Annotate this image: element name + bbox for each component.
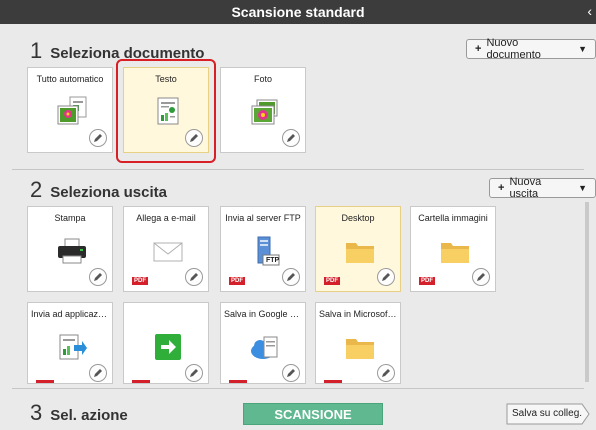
edit-pencil-icon[interactable] [185,268,203,286]
edit-pencil-icon[interactable] [89,268,107,286]
plus-icon: + [475,43,482,55]
new-output-button[interactable]: + Nuova uscita ▼ [489,176,596,200]
caret-down-icon: ▼ [578,44,587,54]
printer-icon [58,238,86,264]
section-select-output: 2 Seleziona uscita [30,177,167,203]
auto-document-icon [57,96,87,125]
folder-icon [441,243,469,263]
output-card-send-to-app[interactable]: Invia ad applicazio... [27,302,113,384]
divider [12,388,584,389]
output-card-email[interactable]: Allega a e-mail PDF [123,206,209,292]
section-select-action: 3 Sel. azione [30,400,128,426]
title-bar: Scansione standard ‹ [0,0,596,24]
photo-document-icon [251,99,278,125]
card-label: Tutto automatico [36,74,104,84]
new-document-button[interactable]: + Nuovo documento ▼ [466,37,596,61]
new-output-label: Nuova uscita [509,176,542,200]
section-number: 2 [30,177,43,202]
selection-highlight [116,59,216,163]
section-label: Seleziona uscita [50,184,167,201]
output-card-open-with[interactable] [123,302,209,384]
edit-pencil-icon[interactable] [377,268,395,286]
section-number: 3 [30,400,43,425]
green-arrow-icon [155,334,181,360]
edit-pencil-icon[interactable] [185,364,203,382]
pdf-badge [36,380,54,383]
card-label: Invia ad applicazio... [31,309,109,319]
card-label: Desktop [341,213,375,223]
edit-pencil-icon[interactable] [377,364,395,382]
card-label: Salva in Microsoft ... [319,309,397,319]
folder-icon [346,243,374,263]
card-label: Allega a e-mail [136,213,196,223]
caret-down-icon: ▼ [578,183,587,193]
pdf-badge [132,380,150,383]
send-to-application-icon [59,334,87,360]
section-number: 1 [30,38,43,63]
pdf-badge: PDF [419,277,435,285]
edit-pencil-icon[interactable] [472,268,490,286]
output-card-google-docs[interactable]: Salva in Google do... [220,302,306,384]
output-card-desktop[interactable]: Desktop PDF [315,206,401,292]
pdf-badge: PDF [324,277,340,285]
document-card-photo[interactable]: Foto [220,67,306,153]
plus-icon: + [498,182,505,194]
folder-icon [346,339,374,359]
pdf-badge [324,380,342,383]
save-to-link-button[interactable]: Salva su colleg. [506,403,590,425]
output-card-print[interactable]: Stampa [27,206,113,292]
output-card-picture-folder[interactable]: Cartella immagini PDF [410,206,496,292]
edit-pencil-icon[interactable] [282,364,300,382]
edit-pencil-icon[interactable] [89,129,107,147]
envelope-icon [153,242,183,262]
output-card-microsoft[interactable]: Salva in Microsoft ... [315,302,401,384]
window-title: Scansione standard [231,4,365,20]
ftp-label: FTP [266,257,280,264]
output-card-ftp[interactable]: Invia al server FTP FTP PDF [220,206,306,292]
divider [12,169,584,170]
pdf-badge [229,380,247,383]
card-label: Foto [253,74,272,84]
back-chevron-icon[interactable]: ‹ [587,3,592,19]
cloud-document-icon [251,336,278,359]
document-card-auto[interactable]: Tutto automatico [27,67,113,153]
card-label: Salva in Google do... [224,309,302,319]
output-scrollbar[interactable] [585,202,589,382]
edit-pencil-icon[interactable] [89,364,107,382]
card-label: Stampa [54,213,86,223]
new-document-label: Nuovo documento [486,37,541,61]
card-label: Invia al server FTP [225,213,301,223]
scan-button[interactable]: SCANSIONE [243,403,383,425]
pdf-badge: PDF [132,277,148,285]
section-label: Sel. azione [50,407,128,424]
card-label: Cartella immagini [418,213,488,223]
pdf-badge: PDF [229,277,245,285]
save-to-link-label: Salva su colleg. [512,408,583,419]
edit-pencil-icon[interactable] [282,268,300,286]
edit-pencil-icon[interactable] [282,129,300,147]
